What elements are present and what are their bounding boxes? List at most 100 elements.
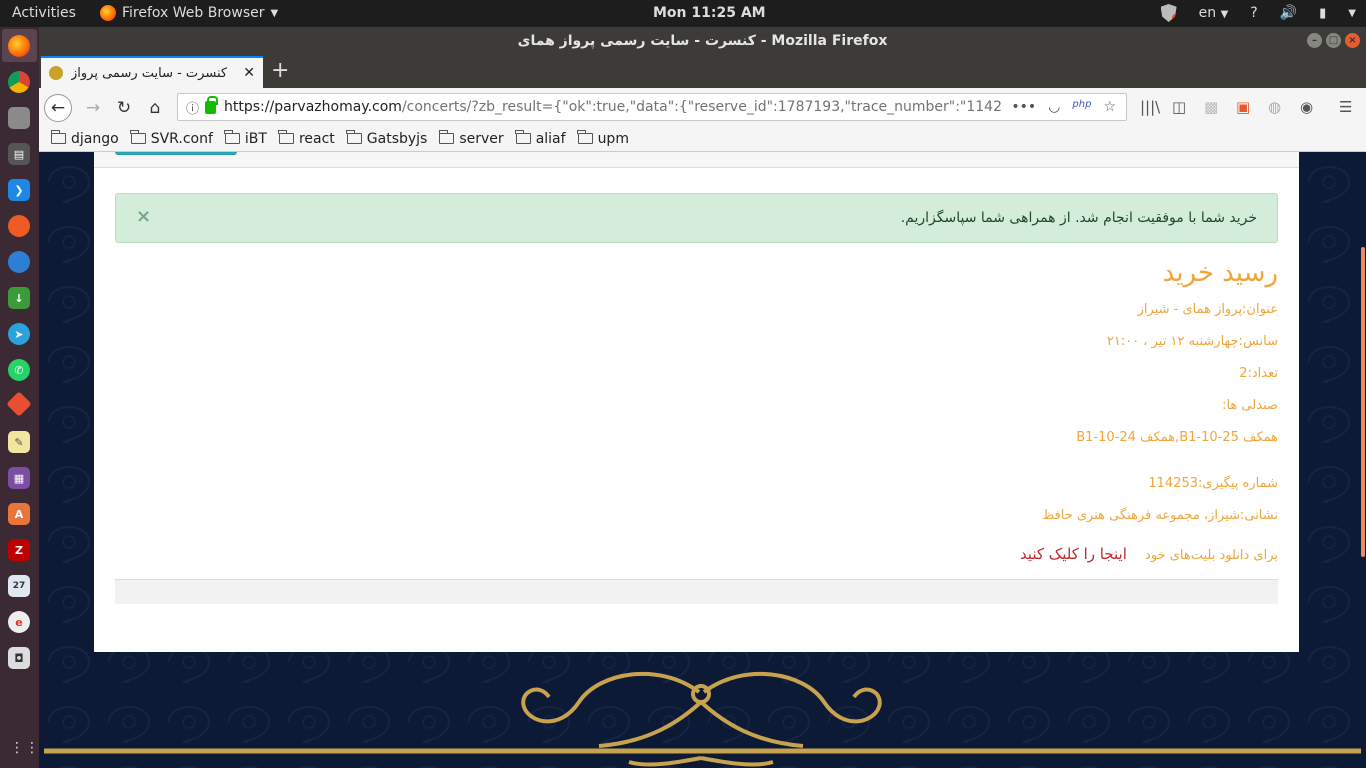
maximize-button[interactable]: □ xyxy=(1326,33,1341,48)
telegram-icon[interactable]: ➤ xyxy=(8,323,30,345)
close-window-button[interactable]: × xyxy=(1345,33,1360,48)
success-message: خرید شما با موفقیت انجام شد. از همراهی ش… xyxy=(900,210,1257,226)
tab-strip: کنسرت - سایت رسمی پرواز ✕ + xyxy=(39,55,1366,88)
scrollbar-thumb[interactable] xyxy=(1361,247,1365,557)
card-footer xyxy=(115,579,1278,604)
video-editor-icon[interactable]: ▤ xyxy=(8,143,30,165)
close-tab-icon[interactable]: ✕ xyxy=(243,65,255,81)
extension-icon[interactable]: ▩ xyxy=(1204,98,1218,116)
app-menu[interactable]: Firefox Web Browser ▼ xyxy=(100,5,278,21)
system-tray: en ▼ ? 🔊 ▮ ▼ xyxy=(1160,4,1356,22)
ticket-count: تعداد:2 xyxy=(1239,366,1278,381)
page-actions-icon[interactable]: ••• xyxy=(1011,99,1036,115)
folder-icon xyxy=(346,130,362,144)
download-text: برای دانلود بلیت‌های خود xyxy=(1145,548,1278,563)
back-button[interactable]: ← xyxy=(44,94,72,122)
pocket-icon[interactable]: ◡ xyxy=(1048,99,1060,115)
menu-icon[interactable]: ☰ xyxy=(1339,98,1352,116)
thunderbird-icon[interactable] xyxy=(8,251,30,273)
bookmarks-toolbar: django SVR.conf iBT react Gatsbyjs server alia… xyxy=(39,126,1366,152)
page-scrollbar[interactable] xyxy=(1360,152,1366,768)
bookmark-folder-upm[interactable]: upm xyxy=(577,130,629,147)
calendar-icon[interactable]: 27 xyxy=(8,575,30,597)
help-icon[interactable]: ? xyxy=(1250,5,1257,21)
folder-icon xyxy=(278,130,294,144)
globe-icon[interactable]: ◍ xyxy=(1268,98,1281,116)
download-tickets-link[interactable]: اینجا را کلیک کنید xyxy=(1020,545,1127,563)
whatsapp-icon[interactable]: ✆ xyxy=(8,359,30,381)
folder-icon xyxy=(515,130,531,144)
php-extension-icon[interactable]: php xyxy=(1072,99,1091,115)
web-page: خرید شما با موفقیت انجام شد. از همراهی ش… xyxy=(39,152,1366,768)
volume-icon[interactable]: 🔊 xyxy=(1280,5,1297,21)
vscode-icon[interactable]: ❯ xyxy=(8,179,30,201)
reload-button[interactable]: ↻ xyxy=(110,94,138,122)
lock-icon[interactable] xyxy=(205,95,219,114)
bookmark-label: upm xyxy=(597,130,629,147)
bookmark-folder-server[interactable]: server xyxy=(438,130,504,147)
screenshot-icon[interactable]: ◘ xyxy=(8,647,30,669)
library-icon[interactable]: |||\ xyxy=(1140,98,1160,116)
extension-off-icon[interactable]: ▣ xyxy=(1236,98,1250,116)
eclipse-icon[interactable]: e xyxy=(8,611,30,633)
software-center-icon[interactable]: A xyxy=(8,503,30,525)
bookmark-label: django xyxy=(71,130,119,147)
sidebar-icon[interactable]: ◫ xyxy=(1172,98,1186,116)
system-top-bar: Activities Firefox Web Browser ▼ Mon 11:… xyxy=(0,0,1366,27)
postman-icon[interactable] xyxy=(8,215,30,237)
seats-label: صندلی ها: xyxy=(1222,398,1278,413)
new-tab-button[interactable]: + xyxy=(271,58,289,83)
bookmark-folder-aliaf[interactable]: aliaf xyxy=(515,130,566,147)
media-player-icon[interactable]: ▦ xyxy=(8,467,30,489)
launcher-dock: ▤ ❯ ↓ ➤ ✆ ✎ ▦ A Z 27 e ◘ ⋮⋮⋮ xyxy=(0,27,54,768)
info-icon[interactable]: ⓘ xyxy=(186,98,199,117)
battery-icon[interactable]: ▮ xyxy=(1319,6,1326,21)
account-icon[interactable]: ◉ xyxy=(1300,98,1313,116)
shield-update-icon[interactable] xyxy=(1160,4,1177,22)
bookmark-label: react xyxy=(298,130,335,147)
language-indicator[interactable]: en ▼ xyxy=(1199,5,1229,21)
bookmark-folder-react[interactable]: react xyxy=(278,130,335,147)
url-domain: https://parvazhomay.com xyxy=(224,99,402,115)
card-top-bar xyxy=(94,152,1299,168)
url-path: /concerts/?zb_result={"ok":true,"data":{… xyxy=(401,99,1002,115)
bookmark-folder-ibt[interactable]: iBT xyxy=(224,130,267,147)
window-title: کنسرت - سایت رسمی پرواز همای - Mozilla F… xyxy=(517,33,888,49)
folder-icon xyxy=(577,130,593,144)
home-button[interactable]: ⌂ xyxy=(141,94,169,122)
files-icon[interactable] xyxy=(8,107,30,129)
url-text[interactable]: https://parvazhomay.com/concerts/?zb_res… xyxy=(224,99,1001,115)
bookmark-label: server xyxy=(459,130,504,147)
download-row: برای دانلود بلیت‌های خود اینجا را کلیک ک… xyxy=(115,544,1278,566)
close-alert-icon[interactable]: × xyxy=(136,206,151,227)
folder-icon xyxy=(50,130,66,144)
app-menu-label: Firefox Web Browser xyxy=(122,5,265,21)
bookmark-label: SVR.conf xyxy=(150,130,213,147)
firefox-icon[interactable] xyxy=(8,35,30,57)
download-manager-icon[interactable]: ↓ xyxy=(8,287,30,309)
forward-button[interactable]: → xyxy=(79,94,107,122)
gold-ornament xyxy=(44,671,1361,767)
text-editor-icon[interactable]: ✎ xyxy=(8,431,30,453)
bookmark-folder-gatsbyjs[interactable]: Gatsbyjs xyxy=(346,130,427,147)
tab-concerts[interactable]: کنسرت - سایت رسمی پرواز ✕ xyxy=(41,56,263,88)
url-bar[interactable]: ⓘ https://parvazhomay.com/concerts/?zb_r… xyxy=(177,93,1127,121)
bookmark-label: aliaf xyxy=(535,130,566,147)
concert-session: سانس:چهارشنبه ۱۲ تیر ، ۲۱:۰۰ xyxy=(1106,334,1278,349)
bookmark-folder-django[interactable]: django xyxy=(50,130,119,147)
receipt-heading: رسید خرید xyxy=(1162,258,1278,288)
language-label: en xyxy=(1198,5,1217,21)
chevron-down-icon[interactable]: ▼ xyxy=(1348,8,1356,19)
chrome-icon[interactable] xyxy=(8,71,30,93)
clock[interactable]: Mon 11:25 AM xyxy=(653,5,766,21)
venue-address: نشانی:شیراز، مجموعه فرهنگی هنری حافظ xyxy=(1042,508,1278,523)
git-icon[interactable] xyxy=(6,391,32,417)
filezilla-icon[interactable]: Z xyxy=(8,539,30,561)
card-top-button[interactable] xyxy=(115,152,237,155)
tab-title: کنسرت - سایت رسمی پرواز xyxy=(71,65,228,81)
minimize-button[interactable]: – xyxy=(1307,33,1322,48)
bookmark-star-icon[interactable]: ☆ xyxy=(1103,99,1116,115)
chevron-down-icon: ▼ xyxy=(270,7,279,19)
bookmark-folder-svr-conf[interactable]: SVR.conf xyxy=(130,130,213,147)
activities-button[interactable]: Activities xyxy=(12,5,76,21)
